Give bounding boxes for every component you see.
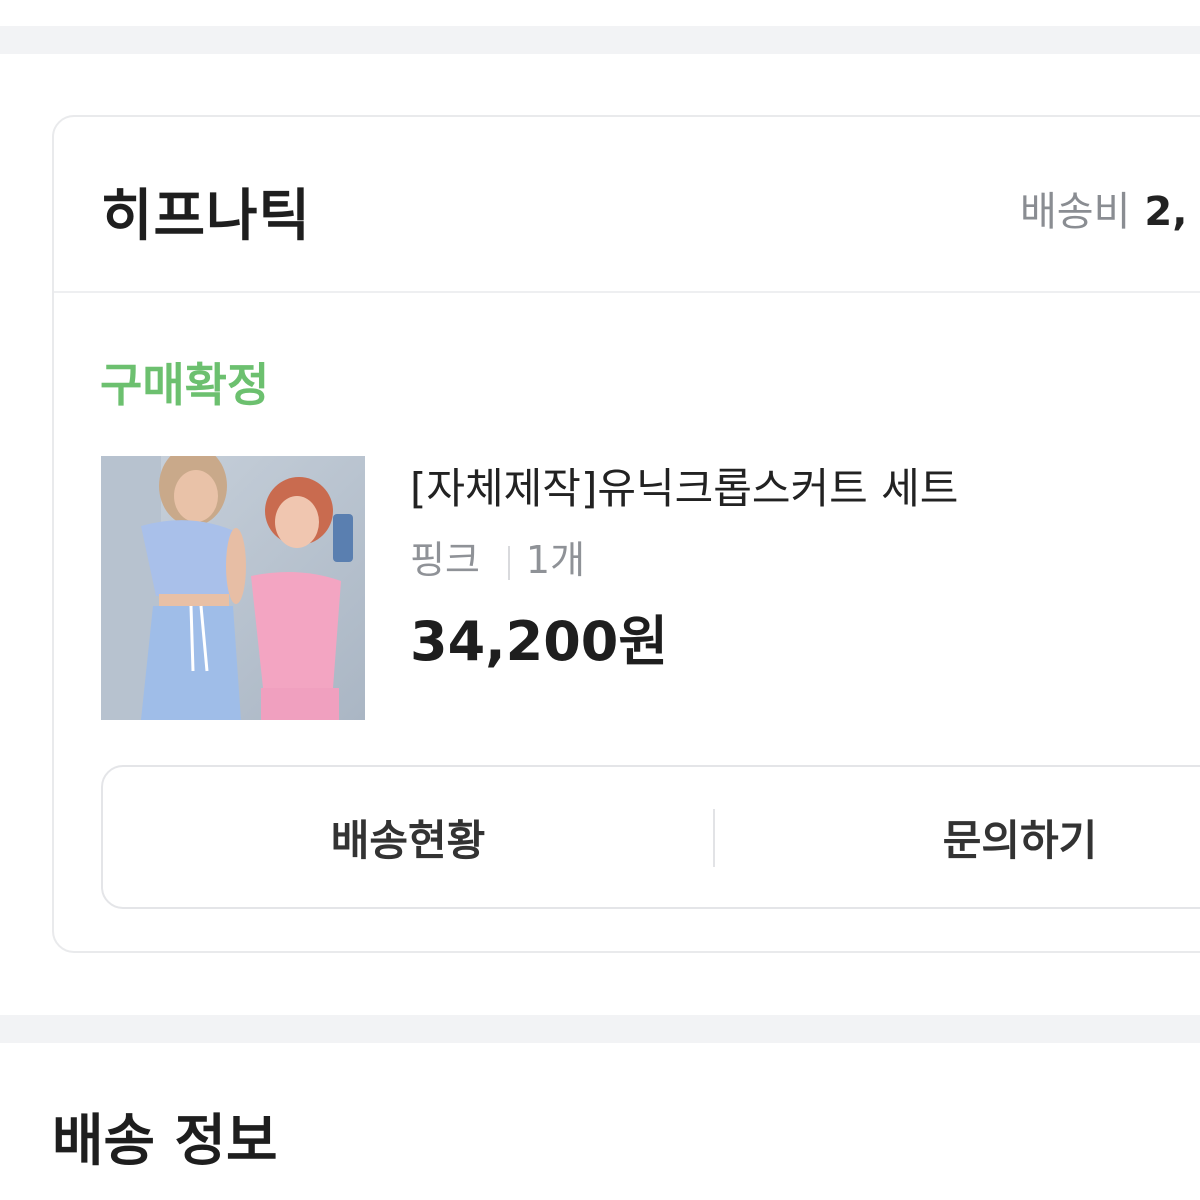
- option-separator: [507, 545, 510, 580]
- product-image: [101, 456, 365, 720]
- seller-header: 히프나틱 배송비 2,: [54, 117, 1200, 293]
- shipping-fee-label: 배송비: [1020, 189, 1131, 235]
- order-status: 구매확정: [100, 358, 270, 412]
- order-card: 히프나틱 배송비 2, 구매확정 [자체제작]유닉크롭스커트 세트 핑크 1개 …: [52, 115, 1200, 953]
- product-price: 34,200원: [410, 610, 669, 673]
- delivery-info-title: 배송 정보: [52, 1109, 278, 1174]
- seller-name[interactable]: 히프나틱: [101, 171, 311, 252]
- product-title[interactable]: [자체제작]유닉크롭스커트 세트: [410, 455, 958, 516]
- inquiry-button[interactable]: 문의하기: [715, 767, 1200, 907]
- option-color: 핑크: [410, 538, 480, 582]
- order-detail-page: 히프나틱 배송비 2, 구매확정 [자체제작]유닉크롭스커트 세트 핑크 1개 …: [0, 0, 1200, 1200]
- delivery-status-button[interactable]: 배송현황: [103, 767, 713, 907]
- section-divider-top: [0, 26, 1200, 54]
- shipping-fee-value: 2,: [1144, 189, 1188, 235]
- product-option: 핑크 1개: [410, 529, 585, 584]
- shipping-fee: 배송비 2,: [1020, 179, 1187, 237]
- order-action-buttons: 배송현황 문의하기: [101, 765, 1200, 909]
- section-divider: [0, 1015, 1200, 1043]
- product-thumbnail[interactable]: [101, 456, 365, 720]
- option-quantity: 1개: [525, 538, 586, 582]
